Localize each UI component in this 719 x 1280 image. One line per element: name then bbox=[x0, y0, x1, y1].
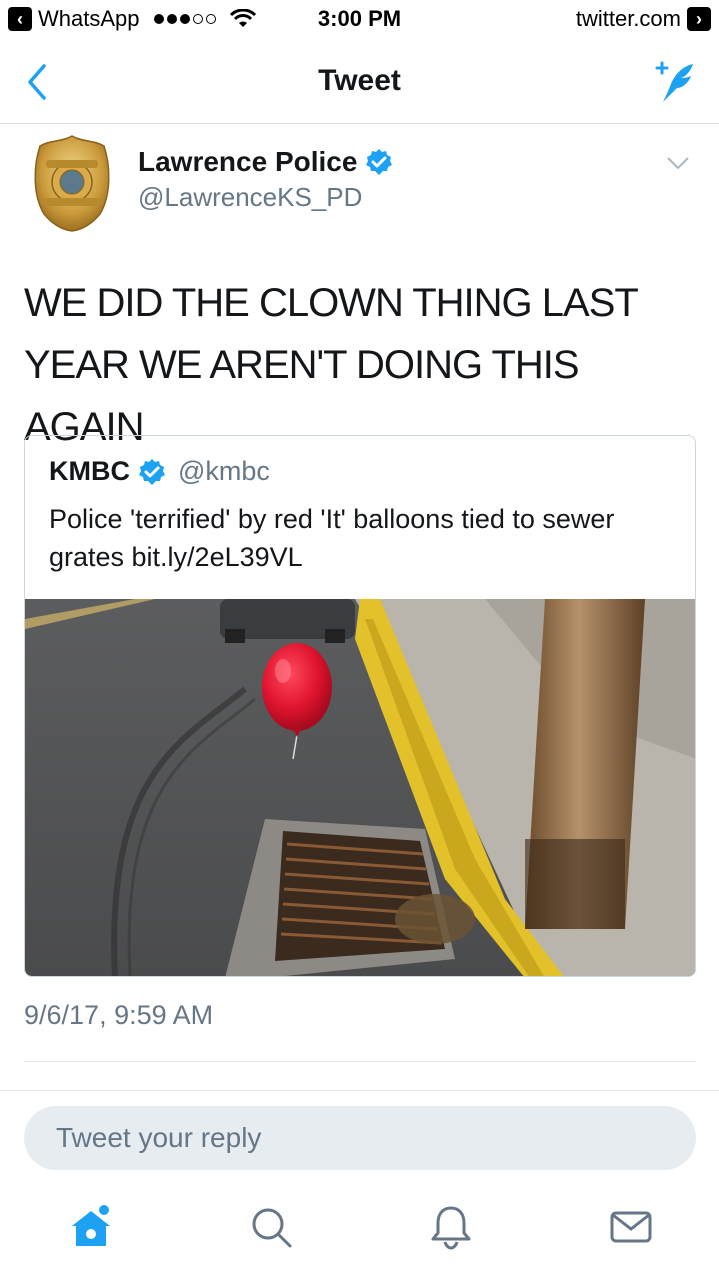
tweet-timestamp: 9/6/17, 9:59 AM bbox=[24, 1000, 214, 1030]
notifications-icon[interactable] bbox=[426, 1202, 476, 1252]
reply-input[interactable] bbox=[56, 1106, 656, 1170]
page-title: Tweet bbox=[318, 64, 401, 97]
status-bar: ‹ WhatsApp 3:00 PM twitter.com › bbox=[0, 0, 719, 40]
forward-icon: › bbox=[687, 7, 711, 31]
tab-bar bbox=[0, 1190, 719, 1280]
verified-badge-icon bbox=[139, 458, 165, 485]
home-icon[interactable] bbox=[66, 1202, 116, 1252]
quoted-author-name: KMBC bbox=[49, 456, 130, 486]
status-url-label: twitter.com bbox=[575, 6, 681, 31]
messages-icon[interactable] bbox=[606, 1202, 656, 1252]
police-badge-avatar[interactable] bbox=[30, 134, 114, 232]
verified-badge-icon bbox=[366, 149, 393, 175]
balloon-sewer-grate-photo[interactable] bbox=[25, 599, 696, 977]
chevron-down-icon[interactable] bbox=[665, 150, 691, 176]
author-handle[interactable]: @LawrenceKS_PD bbox=[138, 182, 362, 213]
quoted-tweet-card[interactable]: KMBC @kmbc Police 'terrified' by red 'It… bbox=[24, 435, 696, 977]
divider bbox=[24, 1061, 696, 1062]
tweet-text: WE DID THE CLOWN THING LAST YEAR WE AREN… bbox=[24, 281, 638, 449]
quoted-tweet-header: KMBC @kmbc bbox=[49, 456, 270, 487]
reply-box[interactable] bbox=[24, 1106, 696, 1170]
compose-tweet-icon[interactable] bbox=[649, 58, 699, 108]
nav-bar: Tweet bbox=[0, 40, 719, 124]
search-icon[interactable] bbox=[246, 1202, 296, 1252]
author-name-label: Lawrence Police bbox=[138, 146, 358, 177]
quoted-author-handle: @kmbc bbox=[178, 456, 270, 486]
quoted-tweet-text: Police 'terrified' by red 'It' balloons … bbox=[49, 504, 615, 572]
status-url[interactable]: twitter.com › bbox=[576, 6, 711, 32]
divider bbox=[0, 1090, 719, 1091]
author-name[interactable]: Lawrence Police bbox=[138, 146, 393, 178]
